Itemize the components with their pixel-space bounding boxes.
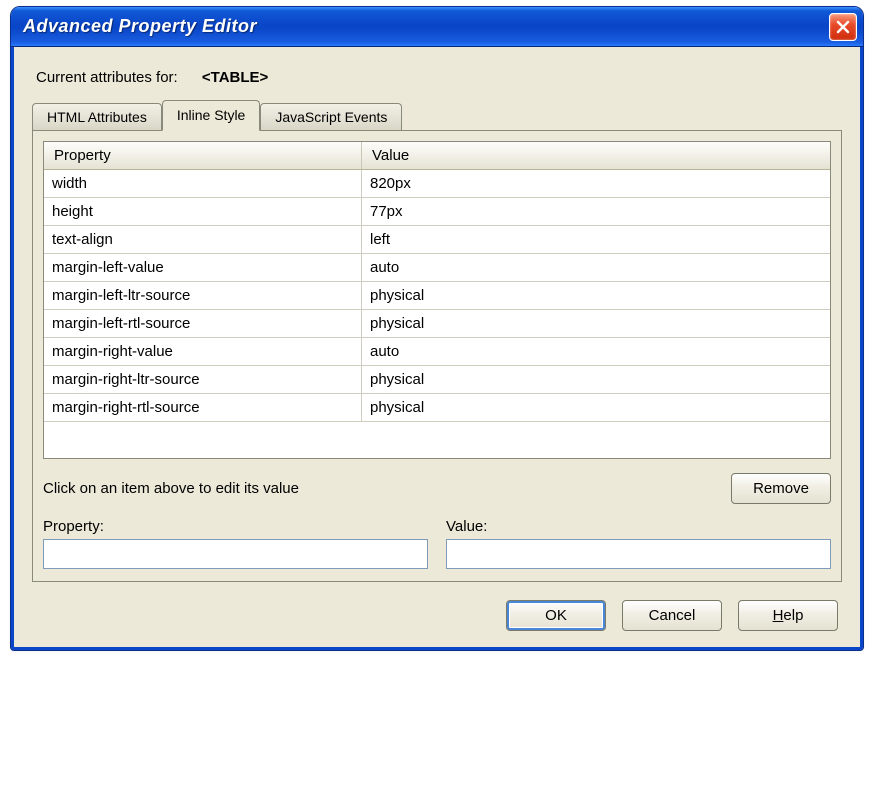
grid-header: Property Value	[44, 142, 830, 170]
cell-property: margin-left-rtl-source	[44, 310, 362, 337]
cell-value: auto	[362, 254, 830, 281]
cell-property: width	[44, 170, 362, 197]
close-button[interactable]	[829, 13, 857, 41]
current-attributes-label: Current attributes for:	[36, 69, 178, 86]
table-row[interactable]: text-alignleft	[44, 226, 830, 254]
cell-property: margin-left-value	[44, 254, 362, 281]
cell-property: margin-right-rtl-source	[44, 394, 362, 421]
cell-property: margin-right-value	[44, 338, 362, 365]
table-row[interactable]: height77px	[44, 198, 830, 226]
cell-value: physical	[362, 282, 830, 309]
table-row[interactable]: margin-left-rtl-sourcephysical	[44, 310, 830, 338]
help-button-rest: elp	[783, 607, 803, 624]
cell-property: margin-right-ltr-source	[44, 366, 362, 393]
dialog-window: Advanced Property Editor Current attribu…	[10, 6, 864, 651]
tab-html-attributes[interactable]: HTML Attributes	[32, 103, 162, 130]
table-row[interactable]: width820px	[44, 170, 830, 198]
value-input[interactable]	[446, 539, 831, 569]
column-header-property[interactable]: Property	[44, 142, 362, 169]
table-row[interactable]: margin-right-valueauto	[44, 338, 830, 366]
cell-value: auto	[362, 338, 830, 365]
property-field-label: Property:	[43, 518, 428, 535]
tab-javascript-events[interactable]: JavaScript Events	[260, 103, 402, 130]
grid-filler	[44, 422, 830, 458]
cancel-button[interactable]: Cancel	[622, 600, 722, 631]
cell-value: physical	[362, 310, 830, 337]
table-row[interactable]: margin-left-valueauto	[44, 254, 830, 282]
value-field-wrap: Value:	[446, 518, 831, 569]
value-field-label: Value:	[446, 518, 831, 535]
current-element-tag: <TABLE>	[202, 69, 268, 86]
property-grid: Property Value width820pxheight77pxtext-…	[43, 141, 831, 459]
cell-value: left	[362, 226, 830, 253]
table-row[interactable]: margin-right-ltr-sourcephysical	[44, 366, 830, 394]
cell-property: height	[44, 198, 362, 225]
ok-button[interactable]: OK	[506, 600, 606, 631]
table-row[interactable]: margin-left-ltr-sourcephysical	[44, 282, 830, 310]
column-header-value[interactable]: Value	[362, 142, 830, 169]
property-field-wrap: Property:	[43, 518, 428, 569]
table-row[interactable]: margin-right-rtl-sourcephysical	[44, 394, 830, 422]
cell-value: 820px	[362, 170, 830, 197]
cell-value: physical	[362, 394, 830, 421]
cell-value: 77px	[362, 198, 830, 225]
cell-property: text-align	[44, 226, 362, 253]
edit-hint: Click on an item above to edit its value	[43, 480, 299, 497]
help-button-h: H	[773, 607, 784, 624]
window-title: Advanced Property Editor	[23, 16, 257, 37]
remove-button[interactable]: Remove	[731, 473, 831, 504]
titlebar[interactable]: Advanced Property Editor	[11, 7, 863, 47]
grid-body: width820pxheight77pxtext-alignleftmargin…	[44, 170, 830, 458]
help-button[interactable]: Help	[738, 600, 838, 631]
property-input[interactable]	[43, 539, 428, 569]
field-row: Property: Value:	[43, 518, 831, 569]
cell-value: physical	[362, 366, 830, 393]
tabstrip: HTML Attributes Inline Style JavaScript …	[32, 100, 842, 130]
dialog-client: Current attributes for: <TABLE> HTML Att…	[11, 47, 863, 650]
dialog-button-row: OK Cancel Help	[32, 600, 842, 631]
tab-inline-style[interactable]: Inline Style	[162, 100, 260, 131]
cell-property: margin-left-ltr-source	[44, 282, 362, 309]
tab-pane: Property Value width820pxheight77pxtext-…	[32, 130, 842, 582]
close-icon	[836, 20, 850, 34]
current-attributes-line: Current attributes for: <TABLE>	[36, 69, 838, 86]
below-grid-row: Click on an item above to edit its value…	[43, 473, 831, 504]
